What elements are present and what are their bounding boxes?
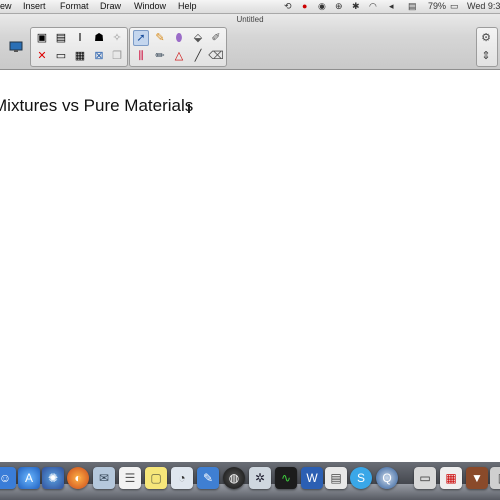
settings-panel: ⚙ ⇕ — [476, 27, 498, 67]
stickies-icon[interactable]: ▢ — [145, 467, 167, 489]
whiteboard-canvas[interactable] — [0, 70, 500, 460]
volume-icon[interactable]: ◂ — [389, 0, 394, 13]
highlighter-icon[interactable]: ✏ — [152, 48, 168, 64]
object-tools-panel: ▣ ▤ Ⅰ ☗ ✧ ✕ ▭ ▦ ⊠ ❐ — [30, 27, 128, 67]
fill-icon[interactable]: ⬙ — [190, 30, 206, 46]
preview-icon[interactable]: ◔ — [171, 467, 193, 489]
window-toolbar: Untitled ▣ ▤ Ⅰ ☗ ✧ ✕ ▭ ▦ ⊠ ❐ ➚ ✎ ⬮ ⬙ ✐ ⫼… — [0, 14, 500, 70]
copy-icon[interactable]: ❐ — [109, 48, 125, 64]
eraser-icon[interactable]: ⬮ — [171, 30, 187, 46]
menu-bar: ew Insert Format Draw Window Help ⟲ ● ◉ … — [0, 0, 500, 14]
finder-icon[interactable]: ☺ — [0, 467, 16, 489]
flag-icon[interactable]: ▤ — [408, 0, 417, 13]
wifi-icon[interactable]: ◠ — [369, 0, 377, 13]
menu-format[interactable]: Format — [60, 0, 89, 13]
menu-view[interactable]: ew — [0, 0, 12, 13]
window-title: Untitled — [236, 15, 264, 24]
battery-percent[interactable]: 79% — [428, 0, 446, 13]
close-box-icon[interactable]: ⊠ — [91, 48, 107, 64]
drawing-tools-panel: ➚ ✎ ⬮ ⬙ ✐ ⫼ ✏ △ ╱ ⌫ — [129, 27, 227, 67]
sync-icon[interactable]: ⊕ — [335, 0, 343, 13]
battery-icon[interactable]: ▭ — [450, 0, 459, 13]
erase-tool-icon[interactable]: ⌫ — [208, 48, 224, 64]
downloads-icon[interactable]: ▼ — [466, 467, 488, 489]
activity-monitor-icon[interactable]: ∿ — [275, 467, 297, 489]
triangle-shape-icon[interactable]: △ — [171, 48, 187, 64]
insert-image-icon[interactable]: ▤ — [53, 30, 69, 46]
clock[interactable]: Wed 9:3 — [467, 0, 500, 13]
delete-icon[interactable]: ✕ — [34, 48, 50, 64]
calendar-icon[interactable]: ▦ — [440, 467, 462, 489]
shape-icon[interactable]: ✧ — [109, 30, 125, 46]
finder-window-icon[interactable]: ▭ — [414, 467, 436, 489]
creative-pen-icon[interactable]: ⫼ — [133, 48, 149, 64]
marker-icon[interactable]: ✐ — [208, 30, 224, 46]
display-icon[interactable] — [8, 39, 24, 55]
menu-window[interactable]: Window — [134, 0, 166, 13]
paint-icon[interactable]: ☗ — [91, 30, 107, 46]
text-icon[interactable]: Ⅰ — [72, 30, 88, 46]
file-icon[interactable]: ▤ — [325, 467, 347, 489]
mail-icon[interactable]: ✉ — [93, 467, 115, 489]
screen-icon[interactable]: ▭ — [53, 48, 69, 64]
word-icon[interactable]: W — [301, 467, 323, 489]
select-arrow-icon[interactable]: ➚ — [133, 30, 149, 46]
notes-icon[interactable]: ☰ — [119, 467, 141, 489]
page-title: Mixtures vs Pure Materials — [0, 96, 194, 115]
safari-icon[interactable]: ✺ — [42, 467, 64, 489]
dashboard-icon[interactable]: ◍ — [223, 467, 245, 489]
app-store-icon[interactable]: A — [18, 467, 40, 489]
status-icon[interactable]: ◉ — [318, 0, 326, 13]
pages-icon[interactable]: ✎ — [197, 467, 219, 489]
menu-help[interactable]: Help — [178, 0, 197, 13]
table-icon[interactable]: ▦ — [72, 48, 88, 64]
quicktime-icon[interactable]: Q — [376, 467, 398, 489]
menu-insert[interactable]: Insert — [23, 0, 46, 13]
pen-icon[interactable]: ✎ — [152, 30, 168, 46]
line-icon[interactable]: ╱ — [190, 48, 206, 64]
new-page-icon[interactable]: ▣ — [34, 30, 50, 46]
firefox-icon[interactable]: ◐ — [67, 467, 89, 489]
record-icon[interactable]: ● — [302, 0, 307, 13]
trash-icon[interactable]: ▯ — [490, 467, 500, 489]
skype-icon[interactable]: S — [350, 467, 372, 489]
time-machine-icon[interactable]: ⟲ — [284, 0, 292, 13]
text-cursor — [188, 104, 190, 113]
bluetooth-icon[interactable]: ✱ — [352, 0, 360, 13]
app-icon[interactable]: ✲ — [249, 467, 271, 489]
gear-icon[interactable]: ⚙ — [478, 30, 494, 46]
menu-draw[interactable]: Draw — [100, 0, 121, 13]
scroll-arrows-icon[interactable]: ⇕ — [478, 48, 494, 64]
